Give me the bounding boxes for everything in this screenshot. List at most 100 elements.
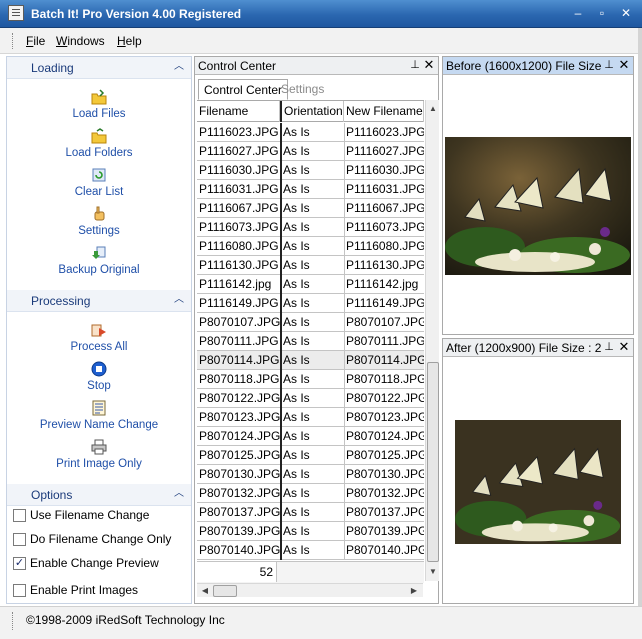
horizontal-scroll-thumb[interactable] xyxy=(213,585,237,597)
orientation-cell[interactable]: As Is xyxy=(283,429,310,443)
orientation-cell[interactable]: As Is xyxy=(283,163,310,177)
new-filename-cell[interactable]: P8070118.JPG xyxy=(346,372,424,386)
table-row[interactable]: P1116031.JPG As Is P1116031.JPG xyxy=(197,180,424,199)
filename-cell[interactable]: P1116023.JPG xyxy=(199,125,279,139)
table-row[interactable]: P8070111.JPG As Is P8070111.JPG xyxy=(197,332,424,351)
scroll-up-icon[interactable]: ▲ xyxy=(426,102,440,116)
settings-task[interactable]: Settings xyxy=(7,206,191,237)
new-filename-cell[interactable]: P1116031.JPG xyxy=(346,182,424,196)
filename-cell[interactable]: P1116067.JPG xyxy=(199,201,279,215)
table-row[interactable]: P1116080.JPG As Is P1116080.JPG xyxy=(197,237,424,256)
orientation-cell[interactable]: As Is xyxy=(283,391,310,405)
vertical-scrollbar[interactable]: ▲ ▼ xyxy=(425,100,439,581)
new-filename-cell[interactable]: P8070111.JPG xyxy=(346,334,424,348)
orientation-cell[interactable]: As Is xyxy=(283,524,310,538)
filename-cell[interactable]: P1116031.JPG xyxy=(199,182,279,196)
table-row[interactable]: P1116130.JPG As Is P1116130.JPG xyxy=(197,256,424,275)
new-filename-cell[interactable]: P1116067.JPG xyxy=(346,201,424,215)
orientation-cell[interactable]: As Is xyxy=(283,467,310,481)
filename-cell[interactable]: P8070111.JPG xyxy=(199,334,279,348)
orientation-cell[interactable]: As Is xyxy=(283,334,310,348)
orientation-cell[interactable]: As Is xyxy=(283,410,310,424)
new-filename-cell[interactable]: P1116030.JPG xyxy=(346,163,424,177)
table-row[interactable]: P1116027.JPG As Is P1116027.JPG xyxy=(197,142,424,161)
filename-cell[interactable]: P8070132.JPG xyxy=(199,486,280,500)
checkbox[interactable] xyxy=(13,509,26,522)
orientation-cell[interactable]: As Is xyxy=(283,296,310,310)
load-folders-task[interactable]: Load Folders xyxy=(7,128,191,159)
filename-cell[interactable]: P8070140.JPG xyxy=(199,543,280,557)
checkbox[interactable] xyxy=(13,533,26,546)
scroll-down-icon[interactable]: ▼ xyxy=(426,565,440,579)
menu-windows[interactable]: Windows xyxy=(56,34,105,48)
filename-cell[interactable]: P8070130.JPG xyxy=(199,467,280,481)
filename-cell[interactable]: P1116149.JPG xyxy=(199,296,279,310)
column-filename[interactable]: Filename xyxy=(197,101,280,122)
close-panel-icon[interactable]: ✕ xyxy=(423,58,435,72)
column-new-filename[interactable]: New Filename xyxy=(344,101,424,122)
table-row[interactable]: P1116067.JPG As Is P1116067.JPG xyxy=(197,199,424,218)
new-filename-cell[interactable]: P1116149.JPG xyxy=(346,296,424,310)
stop-task[interactable]: Stop xyxy=(7,361,191,392)
table-row[interactable]: P8070122.JPG As Is P8070122.JPG xyxy=(197,389,424,408)
orientation-cell[interactable]: As Is xyxy=(283,201,310,215)
table-row[interactable]: P8070114.JPG As Is P8070114.JPG xyxy=(197,351,424,370)
load-files-task[interactable]: Load Files xyxy=(7,89,191,120)
new-filename-cell[interactable]: P1116142.jpg xyxy=(346,277,418,291)
section-processing-header[interactable]: Processing ︿ xyxy=(7,290,191,312)
table-row[interactable]: P1116149.JPG As Is P1116149.JPG xyxy=(197,294,424,313)
table-row[interactable]: P1116030.JPG As Is P1116030.JPG xyxy=(197,161,424,180)
orientation-cell[interactable]: As Is xyxy=(283,372,310,386)
orientation-cell[interactable]: As Is xyxy=(283,486,310,500)
filename-cell[interactable]: P8070123.JPG xyxy=(199,410,280,424)
filename-cell[interactable]: P1116130.JPG xyxy=(199,258,279,272)
filename-cell[interactable]: P1116030.JPG xyxy=(199,163,279,177)
column-orientation[interactable]: Orientation xyxy=(280,101,344,122)
maximize-button[interactable]: ▫ xyxy=(592,6,612,21)
table-row[interactable]: P8070139.JPG As Is P8070139.JPG xyxy=(197,522,424,541)
preview-name-change-task[interactable]: Preview Name Change xyxy=(7,400,191,431)
pin-icon[interactable]: ⊥ xyxy=(603,340,615,354)
orientation-cell[interactable]: As Is xyxy=(283,144,310,158)
new-filename-cell[interactable]: P1116073.JPG xyxy=(346,220,424,234)
table-row[interactable]: P8070137.JPG As Is P8070137.JPG xyxy=(197,503,424,522)
new-filename-cell[interactable]: P8070107.JPG xyxy=(346,315,424,329)
orientation-cell[interactable]: As Is xyxy=(283,505,310,519)
clear-list-task[interactable]: Clear List xyxy=(7,167,191,198)
filename-cell[interactable]: P8070125.JPG xyxy=(199,448,280,462)
tab-settings[interactable]: Settings xyxy=(276,79,329,100)
new-filename-cell[interactable]: P1116080.JPG xyxy=(346,239,424,253)
table-row[interactable]: P8070132.JPG As Is P8070132.JPG xyxy=(197,484,424,503)
tab-control-center[interactable]: Control Center xyxy=(198,79,289,100)
collapse-chevron-icon[interactable]: ︿ xyxy=(173,294,185,306)
menu-help[interactable]: Help xyxy=(117,34,142,48)
new-filename-cell[interactable]: P8070123.JPG xyxy=(346,410,424,424)
menu-grip[interactable] xyxy=(12,33,14,49)
new-filename-cell[interactable]: P8070139.JPG xyxy=(346,524,424,538)
filename-cell[interactable]: P8070107.JPG xyxy=(199,315,280,329)
scroll-right-icon[interactable]: ▶ xyxy=(407,584,421,598)
scroll-left-icon[interactable]: ◀ xyxy=(198,584,212,598)
section-loading-header[interactable]: Loading ︿ xyxy=(7,57,191,79)
filename-cell[interactable]: P1116027.JPG xyxy=(199,144,279,158)
orientation-cell[interactable]: As Is xyxy=(283,258,310,272)
orientation-cell[interactable]: As Is xyxy=(283,125,310,139)
filename-cell[interactable]: P8070122.JPG xyxy=(199,391,280,405)
vertical-scroll-thumb[interactable] xyxy=(427,362,439,562)
orientation-cell[interactable]: As Is xyxy=(283,448,310,462)
orientation-cell[interactable]: As Is xyxy=(283,220,310,234)
new-filename-cell[interactable]: P1116027.JPG xyxy=(346,144,424,158)
close-panel-icon[interactable]: ✕ xyxy=(618,58,630,72)
app-icon[interactable] xyxy=(8,5,24,21)
table-row[interactable]: P8070125.JPG As Is P8070125.JPG xyxy=(197,446,424,465)
table-row[interactable]: P1116073.JPG As Is P1116073.JPG xyxy=(197,218,424,237)
filename-cell[interactable]: P8070118.JPG xyxy=(199,372,280,386)
orientation-cell[interactable]: As Is xyxy=(283,182,310,196)
orientation-cell[interactable]: As Is xyxy=(283,315,310,329)
table-row[interactable]: P8070118.JPG As Is P8070118.JPG xyxy=(197,370,424,389)
filename-cell[interactable]: P1116073.JPG xyxy=(199,220,279,234)
new-filename-cell[interactable]: P8070122.JPG xyxy=(346,391,424,405)
new-filename-cell[interactable]: P8070125.JPG xyxy=(346,448,424,462)
orientation-cell[interactable]: As Is xyxy=(283,277,310,291)
pin-icon[interactable]: ⊥ xyxy=(409,58,421,72)
